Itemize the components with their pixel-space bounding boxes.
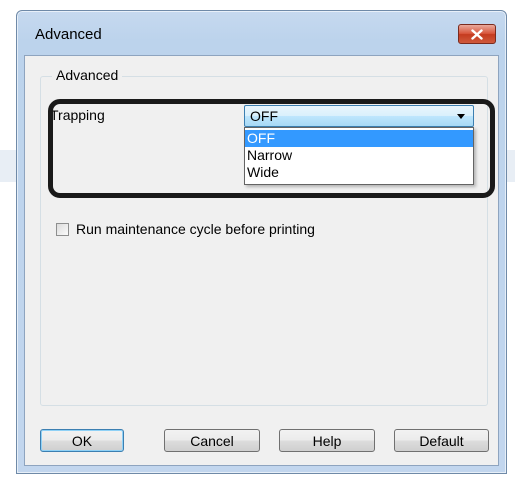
dropdown-option-narrow[interactable]: Narrow [245, 147, 473, 164]
close-icon [471, 28, 483, 40]
trapping-label: Trapping [50, 107, 105, 123]
maintenance-checkbox[interactable] [56, 223, 69, 236]
chevron-down-icon [457, 114, 465, 119]
help-button[interactable]: Help [279, 429, 375, 452]
window-title: Advanced [35, 26, 102, 43]
dropdown-option-wide[interactable]: Wide [245, 164, 473, 181]
dropdown-option-off[interactable]: OFF [245, 130, 473, 147]
trapping-selected-value: OFF [250, 108, 278, 124]
close-button[interactable] [458, 24, 496, 44]
title-bar: Advanced [17, 11, 506, 55]
trapping-dropdown-list: OFF Narrow Wide [244, 127, 474, 185]
dialog-body: Advanced Trapping OFF OFF Narrow Wide Ru… [24, 55, 499, 466]
default-button[interactable]: Default [394, 429, 489, 452]
maintenance-checkbox-label[interactable]: Run maintenance cycle before printing [76, 221, 315, 237]
groupbox-legend: Advanced [52, 67, 123, 83]
ok-button[interactable]: OK [40, 429, 124, 452]
cancel-button[interactable]: Cancel [164, 429, 260, 452]
advanced-dialog: Advanced Advanced Trapping OFF OFF Narro… [16, 10, 507, 474]
trapping-combobox[interactable]: OFF [244, 105, 474, 127]
